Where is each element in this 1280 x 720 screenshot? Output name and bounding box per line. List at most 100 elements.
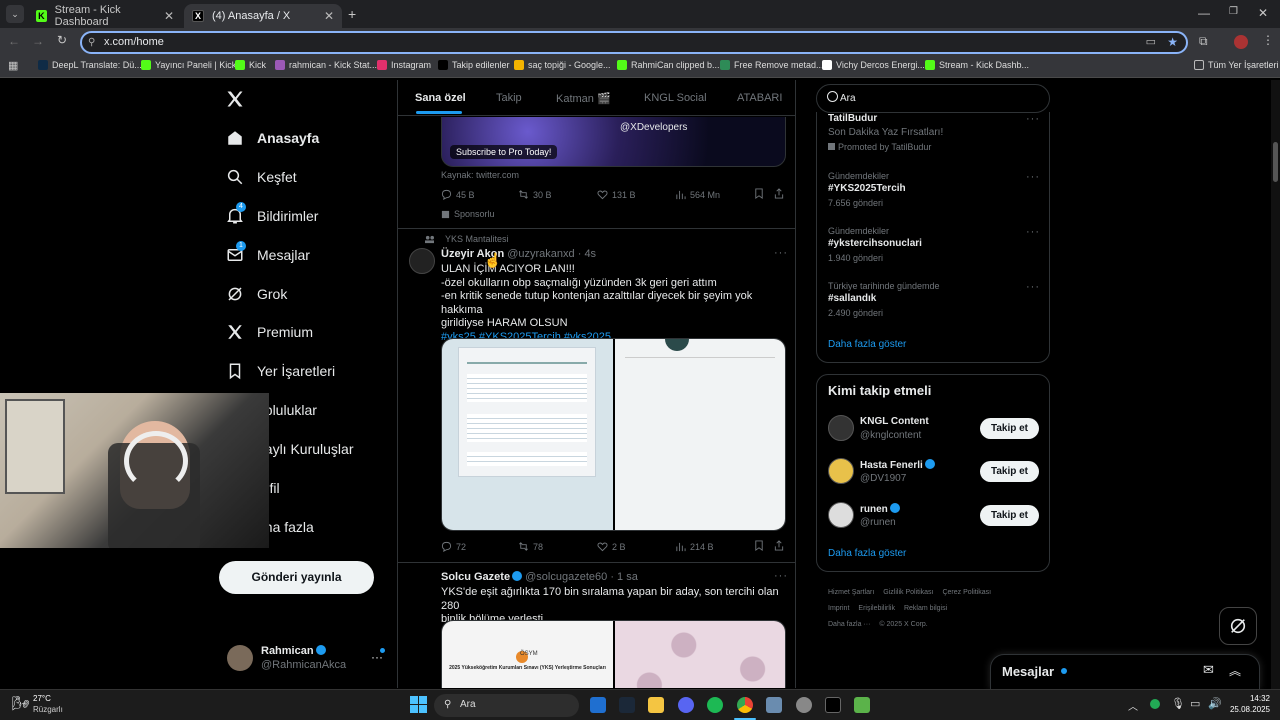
tab-search-icon[interactable]: ⌄	[6, 5, 24, 23]
suggested-account-name[interactable]: runen	[860, 503, 900, 515]
follow-button[interactable]: Takip et	[980, 505, 1039, 526]
views-button[interactable]: 214 B	[675, 541, 714, 552]
minimize-icon[interactable]: —	[1198, 6, 1210, 20]
post-more-icon[interactable]: ···	[774, 247, 788, 259]
trend-more-icon[interactable]: ···	[1026, 113, 1040, 125]
bookmark-item[interactable]: Free Remove metad...	[720, 60, 824, 70]
taskbar-search[interactable]: ⚲ Ara	[434, 694, 579, 717]
reply-button[interactable]: 45 B	[441, 189, 475, 200]
tab-kngl-social[interactable]: KNGL Social	[644, 92, 707, 104]
community-context[interactable]: YKS Mantalitesi	[424, 234, 509, 244]
author-handle[interactable]: @uzyrakanxd	[507, 248, 574, 260]
avatar[interactable]	[227, 645, 253, 671]
messages-drawer[interactable]: Mesajlar ✉ ︽	[990, 654, 1260, 689]
follow-button[interactable]: Takip et	[980, 461, 1039, 482]
footer-link[interactable]: Imprint	[828, 605, 849, 612]
share-icon[interactable]	[774, 188, 788, 199]
avatar[interactable]	[828, 415, 854, 441]
volume-icon[interactable]: 🔊	[1208, 697, 1222, 710]
expand-icon[interactable]: ︽	[1229, 662, 1241, 679]
post-button[interactable]: Gönderi yayınla	[219, 561, 374, 594]
clock[interactable]: 14:32 25.08.2025	[1226, 694, 1270, 714]
post-time[interactable]: · 4s	[578, 248, 596, 260]
search-input[interactable]: Ara	[840, 93, 856, 104]
trend-item[interactable]: Gündemdekiler #ykstercihsonuclari 1.940 gö…	[828, 226, 1040, 263]
page-scrollbar[interactable]	[1271, 80, 1280, 689]
windows-start-icon[interactable]	[410, 696, 427, 713]
scrollbar-thumb[interactable]	[1273, 142, 1278, 182]
footer-link[interactable]: Hizmet Şartları	[828, 589, 874, 596]
bookmark-item[interactable]: Instagram	[377, 60, 431, 70]
trend-more-icon[interactable]: ···	[1026, 171, 1040, 183]
tab-following[interactable]: Takip	[496, 92, 522, 104]
bookmark-item[interactable]: RahmiCan clipped b...	[617, 60, 720, 70]
browser-tab-kick[interactable]: K Stream - Kick Dashboard ✕	[28, 4, 182, 28]
nav-item-bell[interactable]: 4 Bildirimler	[226, 202, 318, 228]
weather-temp[interactable]: 27°C	[33, 694, 51, 703]
x-logo-icon[interactable]	[225, 89, 247, 109]
post-media[interactable]: ÖSYM 2025 Yükseköğretim Kurumları Sınavı…	[441, 620, 786, 688]
reply-button[interactable]: 72	[441, 541, 466, 552]
menu-dots-icon[interactable]: ⋮	[1262, 33, 1274, 47]
like-button[interactable]: 131 B	[597, 189, 636, 200]
post-media[interactable]	[441, 338, 786, 531]
new-message-icon[interactable]: ✉	[1203, 662, 1214, 678]
bookmark-item[interactable]: Stream - Kick Dashb...	[925, 60, 1029, 70]
avatar[interactable]	[828, 502, 854, 528]
repost-button[interactable]: 30 B	[518, 189, 552, 200]
footer-link[interactable]: Gizlilik Politikası	[883, 589, 933, 596]
like-button[interactable]: 2 B	[597, 541, 626, 552]
trend-item[interactable]: Türkiye tarihinde gündemde #sallandık 2.49…	[828, 281, 1039, 318]
nav-item-bookmark[interactable]: Yer İşaretleri	[226, 359, 335, 383]
footer-link[interactable]: Reklam bilgisi	[904, 605, 947, 612]
bookmark-item[interactable]: Takip edilenler	[438, 60, 510, 70]
discord-icon[interactable]	[678, 697, 694, 713]
tab-katman[interactable]: Katman 🎬	[556, 92, 611, 105]
display-icon[interactable]: ▭	[1190, 697, 1200, 710]
footer-link[interactable]: © 2025 X Corp.	[879, 621, 927, 628]
bookmark-icon[interactable]	[754, 540, 768, 551]
tray-app-icon[interactable]	[1150, 699, 1160, 709]
post-image-2[interactable]	[615, 339, 785, 530]
bookmark-icon[interactable]	[754, 188, 768, 199]
post-image-1[interactable]	[442, 339, 613, 530]
nav-item-home[interactable]: Anasayfa	[226, 126, 319, 150]
browser-tab-x[interactable]: X (4) Anasayfa / X ✕	[184, 4, 342, 28]
ad-cta[interactable]: Subscribe to Pro Today!	[450, 145, 558, 159]
chrome-icon[interactable]	[737, 697, 753, 713]
forward-icon[interactable]: →	[32, 34, 44, 48]
weather-icon[interactable]: 🌬	[12, 695, 30, 712]
post-more-icon[interactable]: ···	[774, 570, 788, 582]
site-info-icon[interactable]: ⚲	[88, 33, 95, 52]
apps-grid-icon[interactable]: ▦	[8, 59, 18, 72]
author-name[interactable]: Solcu Gazete	[441, 571, 510, 583]
footer-link[interactable]: Çerez Politikası	[942, 589, 991, 596]
minecraft-icon[interactable]	[854, 697, 870, 713]
network-tool-icon[interactable]	[766, 697, 782, 713]
extensions-icon[interactable]: ⧉	[1199, 34, 1208, 49]
suggested-account-name[interactable]: Hasta Fenerli	[860, 459, 935, 471]
bookmark-star-icon[interactable]: ★	[1167, 33, 1178, 52]
cast-icon[interactable]: ▭	[1146, 33, 1156, 52]
footer-link[interactable]: Daha fazla ···	[828, 621, 870, 628]
ad-media[interactable]: @XDevelopers Subscribe to Pro Today!	[441, 117, 786, 167]
bookmark-item[interactable]: Vichy Dercos Energi...	[822, 60, 925, 70]
footer-link[interactable]: Erişilebilirlik	[858, 605, 895, 612]
bookmark-item[interactable]: Yayıncı Paneli | Kick	[141, 60, 236, 70]
account-name[interactable]: Rahmican	[261, 645, 326, 657]
tab-atabari[interactable]: ATABARI	[737, 92, 782, 104]
new-tab-button[interactable]: +	[348, 6, 356, 22]
microphone-icon[interactable]: 🎙	[1171, 697, 1185, 710]
profile-avatar-icon[interactable]	[1234, 35, 1248, 49]
file-explorer-icon[interactable]	[648, 697, 664, 713]
tab-for-you[interactable]: Sana özel	[415, 92, 466, 104]
close-window-icon[interactable]: ✕	[1258, 6, 1268, 20]
bookmark-item[interactable]: saç topiği - Google...	[514, 60, 611, 70]
post-image-2[interactable]	[615, 621, 785, 688]
repost-button[interactable]: 78	[518, 541, 543, 552]
widgets-app-icon[interactable]	[590, 697, 606, 713]
nav-item-grok[interactable]: Grok	[226, 282, 287, 306]
nav-item-x-premium[interactable]: Premium	[226, 320, 313, 344]
trend-more-icon[interactable]: ···	[1026, 226, 1040, 238]
search-box[interactable]: Ara	[816, 84, 1050, 113]
